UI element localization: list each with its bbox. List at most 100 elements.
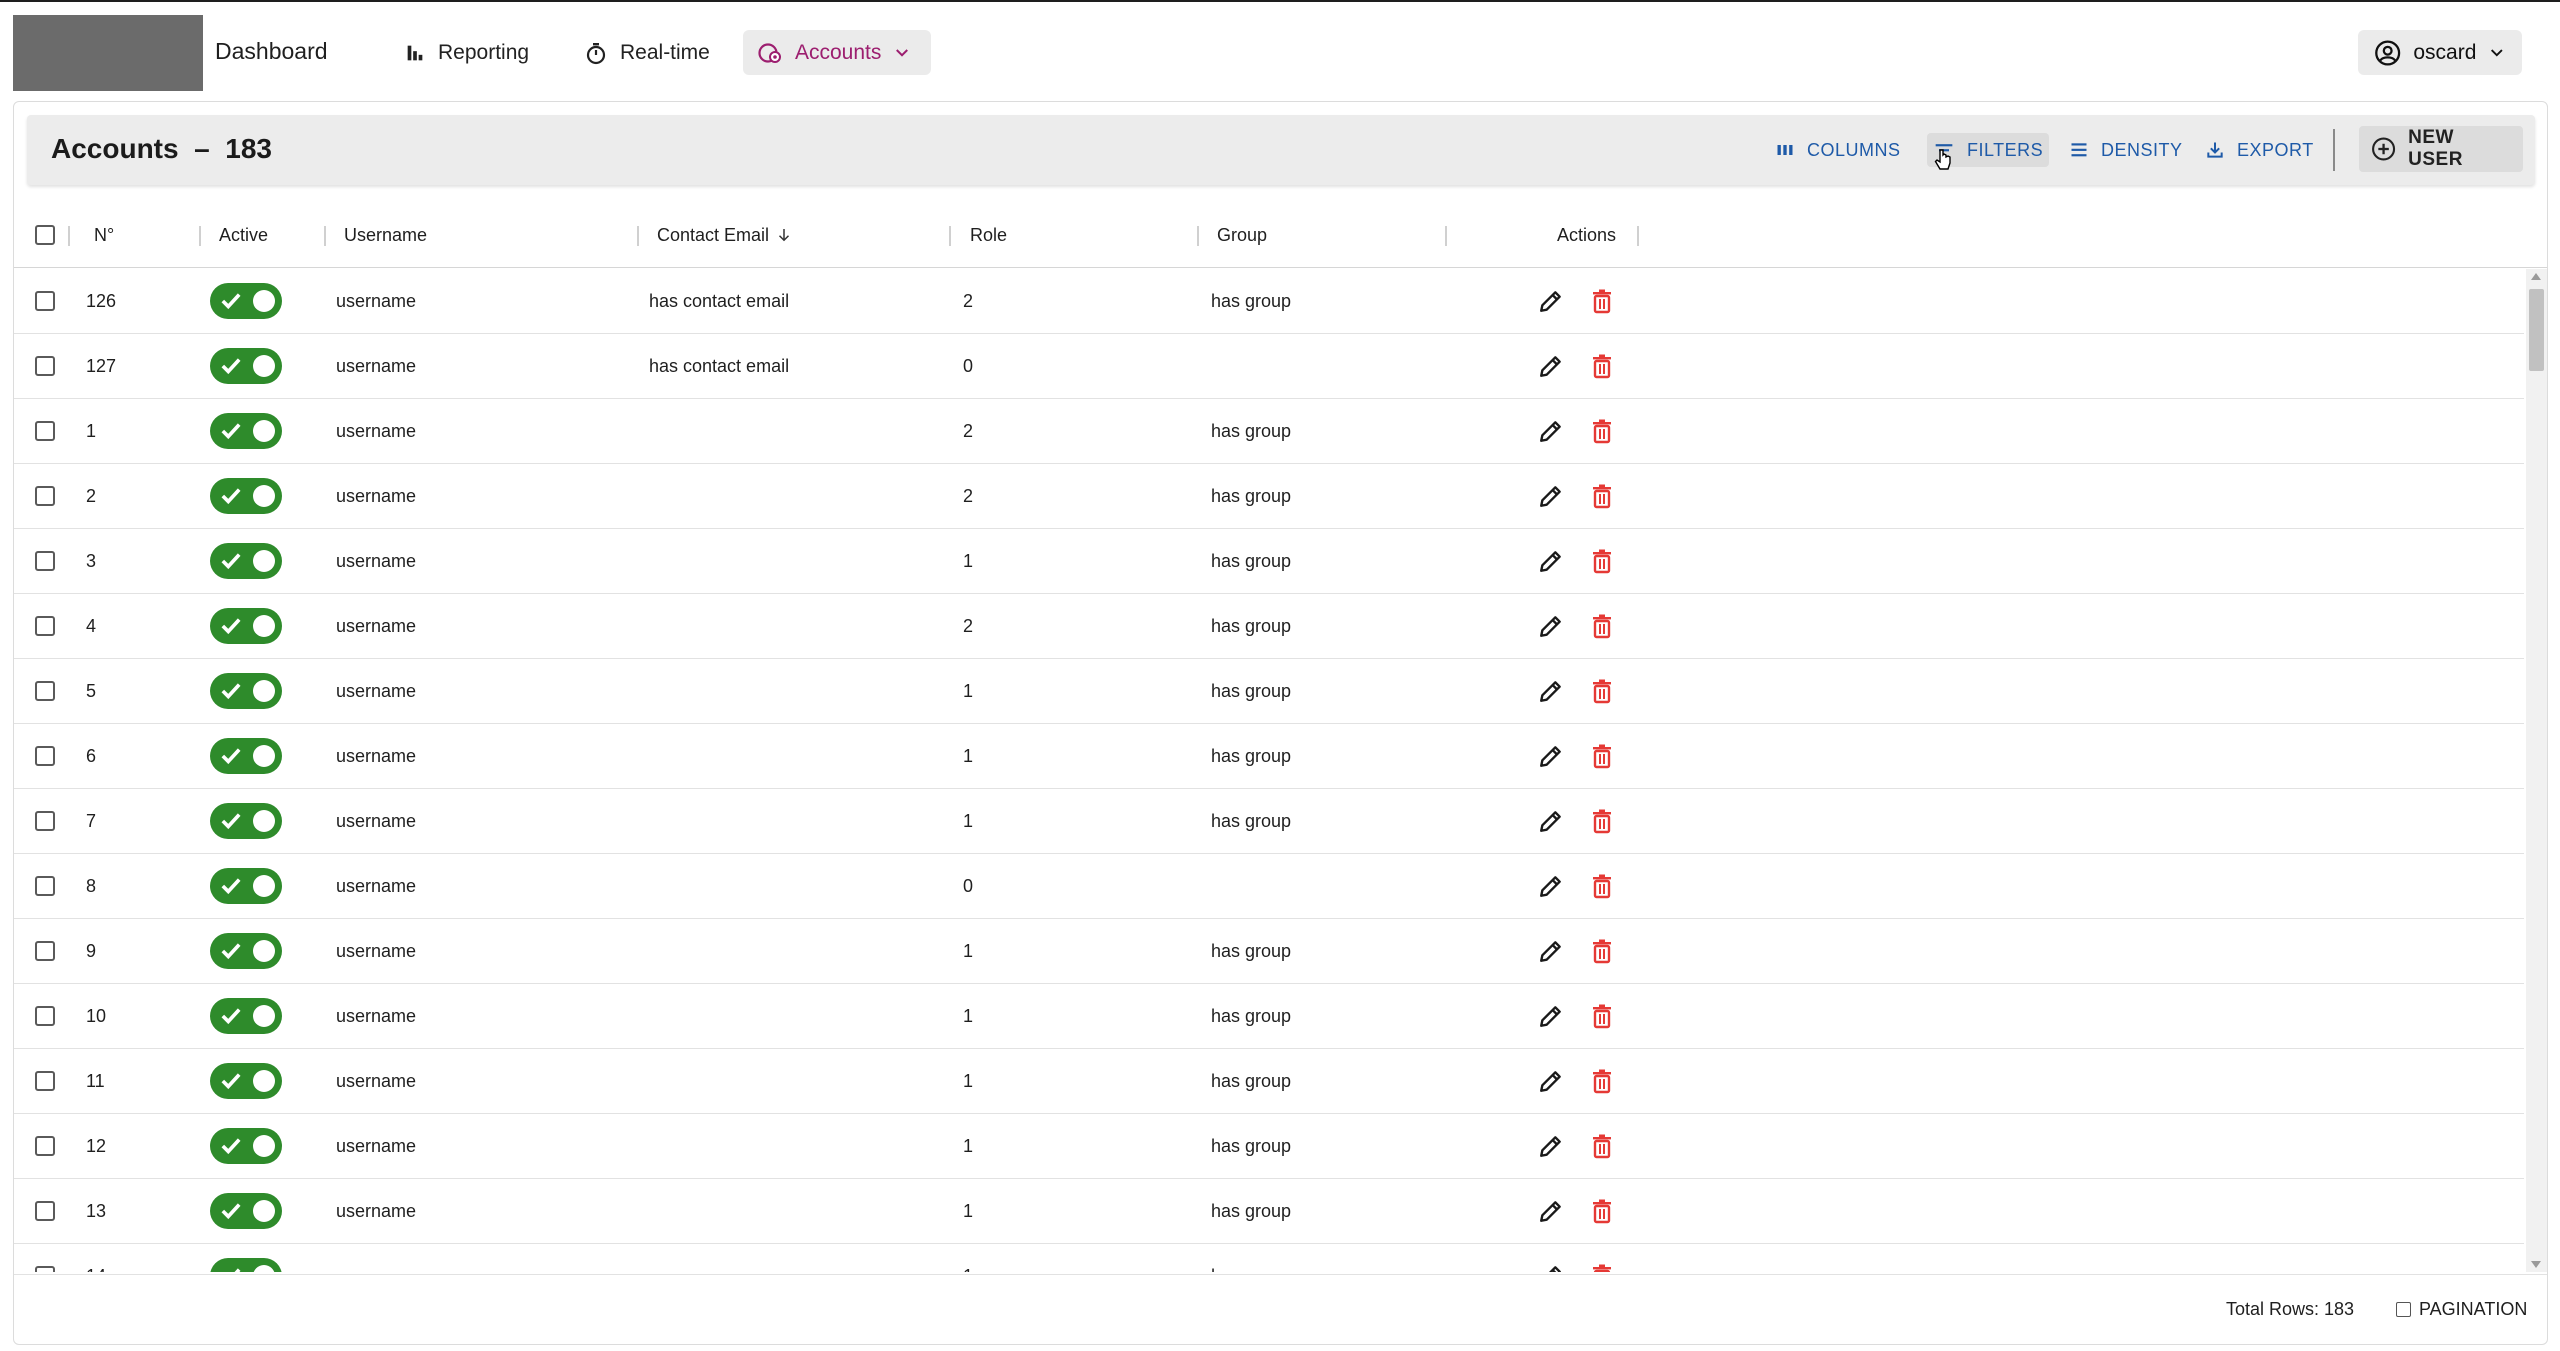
row-checkbox[interactable] — [35, 616, 55, 636]
scroll-down-arrow[interactable] — [2531, 1261, 2541, 1268]
row-checkbox[interactable] — [35, 811, 55, 831]
delete-button[interactable] — [1590, 334, 1614, 398]
vertical-scrollbar[interactable] — [2526, 269, 2547, 1272]
delete-button[interactable] — [1590, 1114, 1614, 1178]
table-row[interactable]: 6 username 1 has group — [14, 724, 2524, 789]
table-row[interactable]: 11 username 1 has group — [14, 1049, 2524, 1114]
new-user-button[interactable]: NEW USER — [2359, 126, 2523, 172]
scrollbar-thumb[interactable] — [2529, 289, 2544, 371]
delete-button[interactable] — [1590, 854, 1614, 918]
active-toggle[interactable] — [210, 868, 282, 904]
row-checkbox[interactable] — [35, 421, 55, 441]
active-toggle[interactable] — [210, 608, 282, 644]
edit-button[interactable] — [1538, 984, 1564, 1048]
scroll-up-arrow[interactable] — [2531, 273, 2541, 280]
row-checkbox[interactable] — [35, 876, 55, 896]
edit-button[interactable] — [1538, 854, 1564, 918]
active-toggle[interactable] — [210, 933, 282, 969]
column-separator[interactable] — [637, 226, 639, 246]
edit-button[interactable] — [1538, 1114, 1564, 1178]
active-toggle[interactable] — [210, 283, 282, 319]
nav-accounts-dropdown[interactable]: Accounts — [743, 30, 931, 75]
nav-realtime-button[interactable]: Real-time — [570, 30, 724, 75]
table-row[interactable]: 4 username 2 has group — [14, 594, 2524, 659]
export-button[interactable]: EXPORT — [2199, 133, 2320, 167]
table-row[interactable]: 7 username 1 has group — [14, 789, 2524, 854]
density-button[interactable]: DENSITY — [2063, 133, 2189, 167]
active-toggle[interactable] — [210, 1193, 282, 1229]
delete-button[interactable] — [1590, 724, 1614, 788]
active-toggle[interactable] — [210, 738, 282, 774]
table-row[interactable]: 10 username 1 has group — [14, 984, 2524, 1049]
row-checkbox[interactable] — [35, 291, 55, 311]
edit-button[interactable] — [1538, 594, 1564, 658]
row-checkbox[interactable] — [35, 681, 55, 701]
column-header-group[interactable]: Group — [1217, 202, 1267, 268]
delete-button[interactable] — [1590, 984, 1614, 1048]
row-checkbox[interactable] — [35, 1006, 55, 1026]
table-row[interactable]: 12 username 1 has group — [14, 1114, 2524, 1179]
edit-button[interactable] — [1538, 529, 1564, 593]
pagination-checkbox[interactable] — [2396, 1302, 2411, 1317]
active-toggle[interactable] — [210, 478, 282, 514]
table-row[interactable]: 1 username 2 has group — [14, 399, 2524, 464]
table-row[interactable]: 14 username 1 has group — [14, 1244, 2524, 1272]
column-header-username[interactable]: Username — [344, 202, 427, 268]
row-checkbox[interactable] — [35, 1266, 55, 1272]
edit-button[interactable] — [1538, 724, 1564, 788]
nav-reporting-button[interactable]: Reporting — [390, 30, 543, 75]
edit-button[interactable] — [1538, 334, 1564, 398]
edit-button[interactable] — [1538, 919, 1564, 983]
sort-descending-icon[interactable] — [775, 226, 793, 244]
row-checkbox[interactable] — [35, 356, 55, 376]
table-row[interactable]: 9 username 1 has group — [14, 919, 2524, 984]
active-toggle[interactable] — [210, 348, 282, 384]
delete-button[interactable] — [1590, 594, 1614, 658]
active-toggle[interactable] — [210, 673, 282, 709]
edit-button[interactable] — [1538, 269, 1564, 333]
row-checkbox[interactable] — [35, 1201, 55, 1221]
column-header-role[interactable]: Role — [970, 202, 1007, 268]
row-checkbox[interactable] — [35, 551, 55, 571]
delete-button[interactable] — [1590, 399, 1614, 463]
row-checkbox[interactable] — [35, 1136, 55, 1156]
nav-dashboard[interactable]: Dashboard — [215, 38, 328, 65]
delete-button[interactable] — [1590, 1179, 1614, 1243]
column-header-n[interactable]: N° — [94, 202, 114, 268]
column-separator[interactable] — [324, 226, 326, 246]
delete-button[interactable] — [1590, 1244, 1614, 1272]
delete-button[interactable] — [1590, 1049, 1614, 1113]
logo[interactable] — [13, 15, 203, 91]
user-menu-button[interactable]: oscard — [2358, 30, 2522, 75]
edit-button[interactable] — [1538, 464, 1564, 528]
active-toggle[interactable] — [210, 543, 282, 579]
column-separator[interactable] — [949, 226, 951, 246]
column-header-email[interactable]: Contact Email — [657, 202, 793, 268]
table-row[interactable]: 2 username 2 has group — [14, 464, 2524, 529]
table-row[interactable]: 5 username 1 has group — [14, 659, 2524, 724]
active-toggle[interactable] — [210, 803, 282, 839]
pagination-toggle[interactable]: PAGINATION — [2396, 1299, 2527, 1320]
active-toggle[interactable] — [210, 998, 282, 1034]
table-row[interactable]: 13 username 1 has group — [14, 1179, 2524, 1244]
column-separator[interactable] — [68, 226, 70, 246]
column-separator[interactable] — [1637, 226, 1639, 246]
columns-button[interactable]: COLUMNS — [1769, 133, 1907, 167]
delete-button[interactable] — [1590, 919, 1614, 983]
delete-button[interactable] — [1590, 789, 1614, 853]
column-separator[interactable] — [199, 226, 201, 246]
edit-button[interactable] — [1538, 789, 1564, 853]
table-row[interactable]: 126 username has contact email 2 has group — [14, 269, 2524, 334]
delete-button[interactable] — [1590, 529, 1614, 593]
delete-button[interactable] — [1590, 464, 1614, 528]
row-checkbox[interactable] — [35, 941, 55, 961]
column-separator[interactable] — [1445, 226, 1447, 246]
active-toggle[interactable] — [210, 1063, 282, 1099]
select-all-checkbox[interactable] — [35, 225, 55, 245]
active-toggle[interactable] — [210, 1258, 282, 1272]
active-toggle[interactable] — [210, 413, 282, 449]
row-checkbox[interactable] — [35, 746, 55, 766]
edit-button[interactable] — [1538, 399, 1564, 463]
edit-button[interactable] — [1538, 659, 1564, 723]
delete-button[interactable] — [1590, 659, 1614, 723]
